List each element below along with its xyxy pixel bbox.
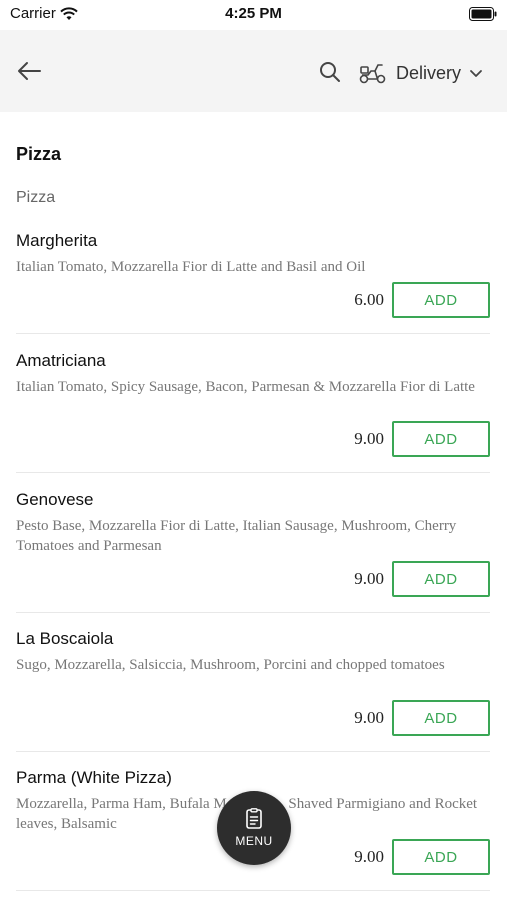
item-name: Margherita [16,231,98,250]
item-price: 6.00 [354,290,384,309]
price-row: 9.00 ADD [354,839,490,875]
menu-item: Margherita Italian Tomato, Mozzarella Fi… [16,231,490,323]
menu-item: La Boscaiola Sugo, Mozzarella, Salsiccia… [16,629,490,741]
item-price: 9.00 [354,708,384,727]
divider [16,890,490,891]
menu-book-icon [246,808,262,829]
menu-button[interactable]: MENU [217,791,291,865]
add-button[interactable]: ADD [392,700,490,736]
search-icon [320,62,340,82]
status-bar: Carrier 4:25 PM [0,0,507,30]
price-row: 9.00 ADD [354,421,490,457]
add-button[interactable]: ADD [392,561,490,597]
item-name: La Boscaiola [16,629,114,648]
divider [16,751,490,752]
item-price: 9.00 [354,429,384,448]
item-price: 9.00 [354,847,384,866]
add-button[interactable]: ADD [392,282,490,318]
menu-item: Amatriciana Italian Tomato, Spicy Sausag… [16,351,490,463]
menu-button-label: MENU [235,834,273,848]
chevron-down-icon [470,70,482,77]
battery-icon [469,7,497,21]
section-title: Pizza [16,144,62,164]
subsection-title: Pizza [16,189,56,206]
divider [16,612,490,613]
item-description: Pesto Base, Mozzarella Fior di Latte, It… [16,518,457,554]
menu-item: Genovese Pesto Base, Mozzarella Fior di … [16,490,490,602]
divider [16,333,490,334]
status-time: 4:25 PM [225,5,282,22]
item-name: Parma (White Pizza) [16,768,172,787]
back-button[interactable] [14,56,44,86]
search-button[interactable] [318,60,342,84]
item-price: 9.00 [354,569,384,588]
arrow-left-icon [18,62,41,80]
price-row: 9.00 ADD [354,561,490,597]
app-header: Delivery [0,30,507,112]
delivery-mode-selector[interactable]: Delivery [358,58,483,88]
item-name: Amatriciana [16,351,106,370]
delivery-label: Delivery [396,62,462,83]
item-description: Italian Tomato, Mozzarella Fior di Latte… [16,259,366,275]
scooter-icon [359,64,386,84]
price-row: 6.00 ADD [354,282,490,318]
item-name: Genovese [16,490,94,509]
divider [16,472,490,473]
item-description: Sugo, Mozzarella, Salsiccia, Mushroom, P… [16,657,445,673]
item-description: Italian Tomato, Spicy Sausage, Bacon, Pa… [16,379,475,395]
add-button[interactable]: ADD [392,839,490,875]
add-button[interactable]: ADD [392,421,490,457]
price-row: 9.00 ADD [354,700,490,736]
